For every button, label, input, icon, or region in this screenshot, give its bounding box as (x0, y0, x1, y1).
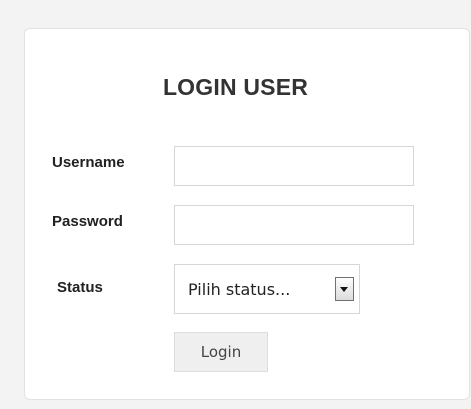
status-select-value: Pilih status... (188, 280, 291, 299)
login-title: LOGIN USER (162, 74, 309, 100)
chevron-down-icon[interactable] (335, 277, 354, 301)
username-input[interactable] (174, 146, 414, 186)
username-label: Username (52, 154, 125, 171)
login-button[interactable]: Login (174, 332, 268, 372)
status-select[interactable]: Pilih status... (174, 264, 360, 314)
password-label: Password (52, 213, 123, 230)
status-label: Status (57, 279, 103, 296)
password-input[interactable] (174, 205, 414, 245)
